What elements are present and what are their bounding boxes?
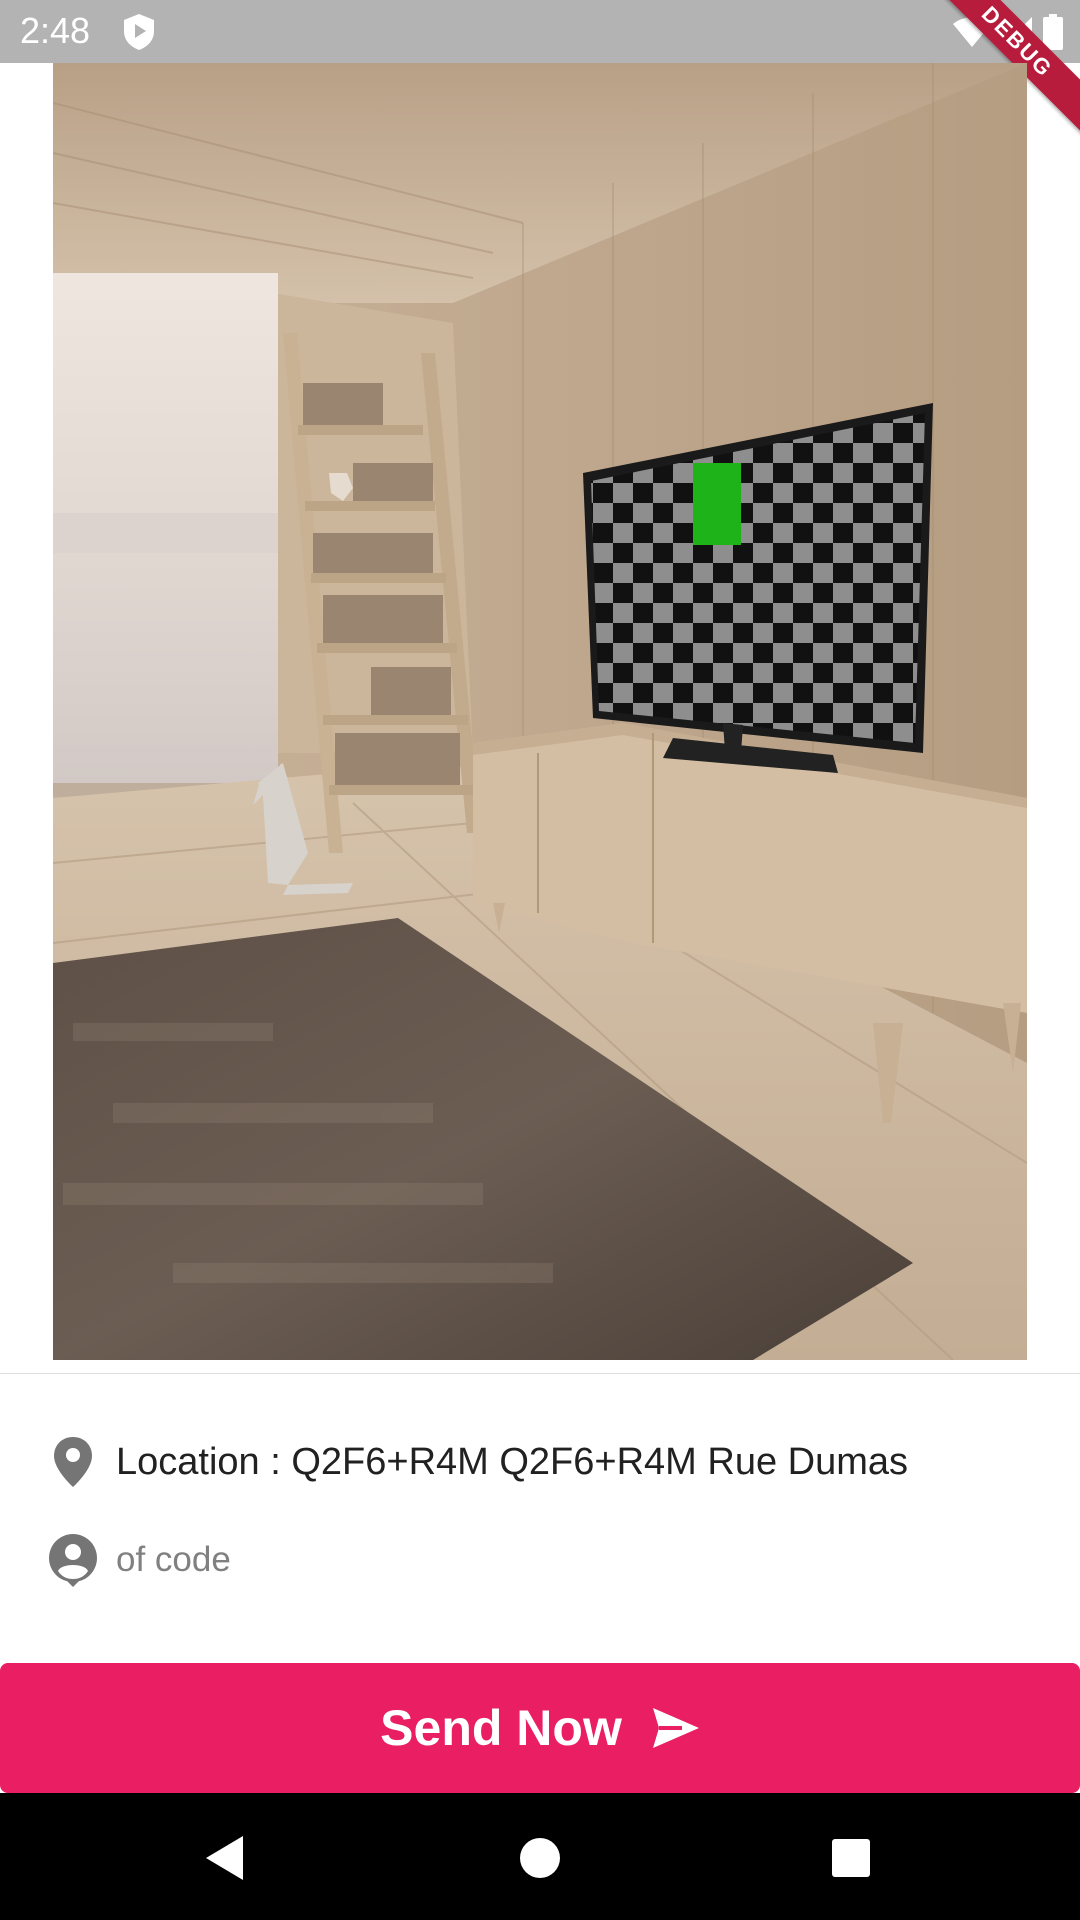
back-icon bbox=[206, 1836, 243, 1880]
recents-button[interactable] bbox=[816, 1823, 886, 1893]
location-pin-icon bbox=[48, 1434, 98, 1490]
back-button[interactable] bbox=[190, 1823, 260, 1893]
home-icon bbox=[520, 1838, 560, 1878]
recents-icon bbox=[832, 1839, 870, 1877]
status-time: 2:48 bbox=[20, 10, 91, 51]
divider bbox=[0, 1373, 1080, 1374]
status-bar: 2:48 DEBUG bbox=[0, 0, 1080, 144]
screen: 2:48 DEBUG Location: Q2F6+R4M Q2F6+R4M … bbox=[0, 0, 1080, 1920]
account-circle-icon bbox=[48, 1532, 98, 1588]
navigation-bar bbox=[0, 1793, 1080, 1920]
location-row: Location : Q2F6+R4M Q2F6+R4M Rue Dumas bbox=[48, 1434, 908, 1490]
shield-icon bbox=[124, 14, 154, 50]
send-now-label: Send Now bbox=[380, 1700, 622, 1756]
room-photo bbox=[53, 63, 1027, 1360]
user-text: of code bbox=[116, 1540, 231, 1579]
user-row: of code bbox=[48, 1532, 231, 1588]
send-now-button[interactable]: Send Now bbox=[0, 1663, 1080, 1793]
send-icon bbox=[652, 1708, 699, 1748]
location-text: Location : Q2F6+R4M Q2F6+R4M Rue Dumas bbox=[116, 1440, 909, 1483]
home-button[interactable] bbox=[505, 1823, 575, 1893]
